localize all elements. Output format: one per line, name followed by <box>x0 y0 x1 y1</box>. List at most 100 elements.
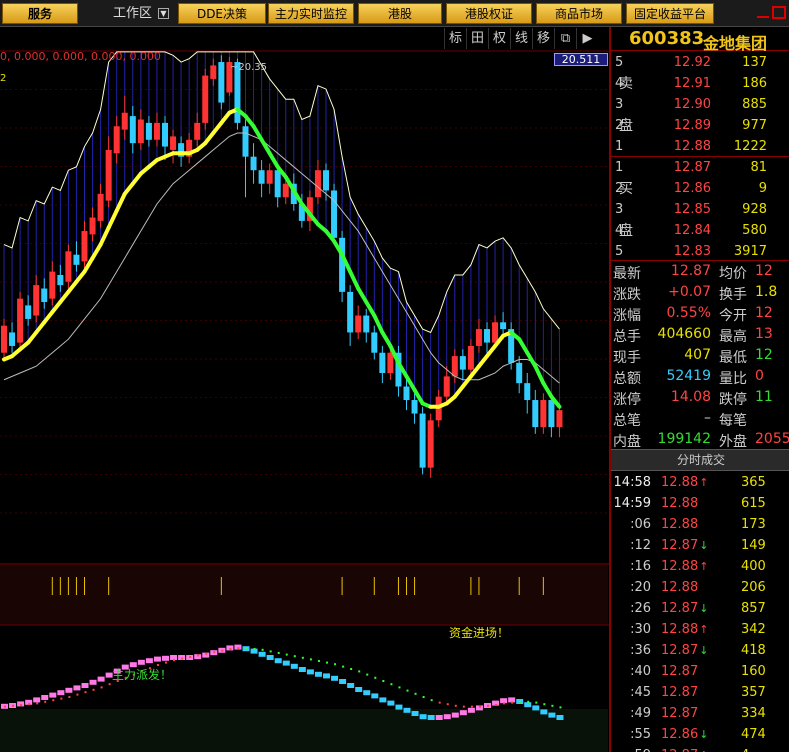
order-volume: 1222 <box>733 139 767 154</box>
sell-order-row[interactable]: 2 12.89 977 <box>611 115 789 136</box>
hk-warrant-button[interactable]: 港股权证 <box>446 3 532 24</box>
arrow-down-icon: ↓ <box>699 644 709 657</box>
tick-row[interactable]: :16 12.88↑ 400 <box>611 556 789 577</box>
stat-value-2: 13 <box>755 326 773 342</box>
hk-stock-button[interactable]: 港股 <box>358 3 442 24</box>
sell-order-row[interactable]: 4 12.91 186 <box>611 73 789 94</box>
ma-period-label: 2 <box>0 73 7 84</box>
cursor-price-tag: 20.511 <box>554 53 608 66</box>
kline-chart-svg <box>0 50 610 752</box>
buy-order-row[interactable]: 3 12.85 928 <box>611 199 789 220</box>
stat-label-2: 换手 <box>719 287 747 303</box>
restore-window-icon[interactable] <box>772 6 786 19</box>
move-button[interactable]: 移 <box>532 28 554 49</box>
buy-order-row[interactable]: 1 12.87 81 <box>611 157 789 178</box>
tick-row[interactable]: :59 12.87↑ 4 <box>611 745 789 752</box>
tick-trades-header[interactable]: 分时成交 <box>611 449 789 471</box>
candle-up <box>282 183 289 198</box>
tick-row[interactable]: :20 12.88 206 <box>611 577 789 598</box>
oscillator-block <box>97 676 105 682</box>
tick-row[interactable]: :55 12.86↓ 474 <box>611 724 789 745</box>
tick-row[interactable]: :30 12.88↑ 342 <box>611 619 789 640</box>
stock-name[interactable]: 金地集团 <box>703 30 767 54</box>
stat-value: 12.87 <box>670 263 711 279</box>
fixed-income-button[interactable]: 固定收益平台 <box>626 3 714 24</box>
tick-price-value: 12.87 <box>661 538 699 553</box>
tick-row[interactable]: 14:59 12.88 615 <box>611 493 789 514</box>
signal-dot <box>261 648 264 651</box>
tick-row[interactable]: :12 12.87↓ 149 <box>611 535 789 556</box>
signal-dot <box>189 656 192 658</box>
oscillator-block <box>411 711 419 716</box>
tick-volume: 160 <box>741 664 766 679</box>
tick-price: 12.87↓ <box>661 601 723 616</box>
order-price: 12.87 <box>673 160 711 175</box>
order-level: 4 <box>615 76 624 91</box>
stock-code[interactable]: 600383 <box>629 28 704 49</box>
signal-dot <box>535 701 538 704</box>
main-force-monitor-button[interactable]: 主力实时监控 <box>268 3 354 24</box>
oscillator-panel <box>1 644 564 720</box>
candle-down <box>339 237 346 292</box>
line-button[interactable]: 线 <box>510 28 532 49</box>
candle-up <box>89 217 96 235</box>
commodity-market-button[interactable]: 商品市场 <box>536 3 622 24</box>
order-price: 12.85 <box>673 202 711 217</box>
signal-dot <box>229 648 232 650</box>
candle-down <box>274 170 281 198</box>
buy-order-row[interactable]: 2 12.86 9 <box>611 178 789 199</box>
candle-up <box>556 410 563 428</box>
candle-up <box>451 356 458 377</box>
signal-dot <box>4 705 6 708</box>
tick-row[interactable]: :26 12.87↓ 857 <box>611 598 789 619</box>
tick-row[interactable]: 14:58 12.88↑ 365 <box>611 472 789 493</box>
stat-label: 总笔 <box>613 413 641 429</box>
mark-button[interactable]: 标 <box>444 28 466 49</box>
tick-price: 12.88 <box>661 517 723 532</box>
oscillator-block <box>162 655 169 661</box>
service-button[interactable]: 服务 <box>2 3 78 24</box>
candle-up <box>540 400 547 428</box>
minimize-icon[interactable] <box>757 8 769 18</box>
fast-ma-segment <box>90 242 103 261</box>
signal-dot <box>511 701 514 704</box>
oscillator-block <box>153 656 161 662</box>
tick-volume: 615 <box>741 496 766 511</box>
play-icon[interactable]: ▶ <box>576 28 598 49</box>
order-level: 2 <box>615 118 624 133</box>
oscillator-block <box>363 690 371 696</box>
buy-order-row[interactable]: 5 12.83 3917 <box>611 241 789 262</box>
sell-order-row[interactable]: 5 12.92 137 <box>611 52 789 73</box>
signal-dot <box>326 661 328 664</box>
buy-order-row[interactable]: 4 12.84 580 <box>611 220 789 241</box>
candle-up <box>387 352 394 373</box>
stat-value-2: 12 <box>755 347 773 363</box>
tick-row[interactable]: :06 12.88 173 <box>611 514 789 535</box>
signal-dot <box>44 700 47 703</box>
workzone-label[interactable]: 工作区 <box>113 0 152 27</box>
dde-decision-button[interactable]: DDE决策 <box>178 3 266 24</box>
tick-time: 14:58 <box>613 475 651 490</box>
signal-dot <box>470 705 473 708</box>
order-volume: 928 <box>742 202 767 217</box>
tick-time: :30 <box>630 622 651 637</box>
tick-price-value: 12.88 <box>661 475 699 490</box>
tick-row[interactable]: :36 12.87↓ 418 <box>611 640 789 661</box>
workzone-dropdown-icon[interactable]: ▼ <box>158 8 169 19</box>
tick-time: :59 <box>613 748 651 752</box>
tick-price-value: 12.88 <box>661 517 699 532</box>
sell-order-row[interactable]: 3 12.90 885 <box>611 94 789 115</box>
rights-button[interactable]: 权 <box>488 28 510 49</box>
grid-button[interactable]: 田 <box>466 28 488 49</box>
signal-dot <box>269 650 272 653</box>
signal-dot <box>495 704 498 706</box>
candle-up <box>492 322 499 343</box>
tick-row[interactable]: :40 12.87 160 <box>611 661 789 682</box>
stat-row: 涨停 14.08 跌停 11 <box>611 387 789 408</box>
tick-row[interactable]: :45 12.87 357 <box>611 682 789 703</box>
sell-order-row[interactable]: 1 12.88 1222 <box>611 136 789 157</box>
kline-chart[interactable] <box>0 27 610 752</box>
window-toggle-icon[interactable]: ⧉ <box>554 28 576 49</box>
tick-row[interactable]: :49 12.87 334 <box>611 703 789 724</box>
oscillator-block <box>443 714 451 720</box>
